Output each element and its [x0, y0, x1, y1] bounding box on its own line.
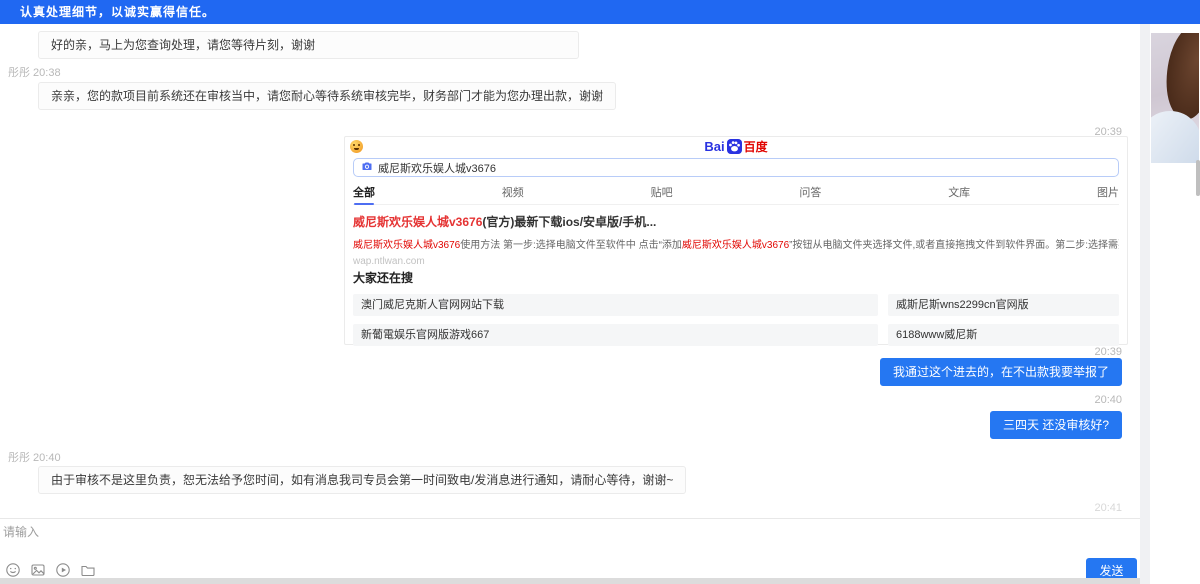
desc-text: 使用方法 第一步:选择电脑文件至软件中 点击“添加: [460, 240, 682, 251]
desc-highlight: 威尼斯欢乐娱人城v3676: [353, 240, 460, 251]
agent-message: 好的亲，马上为您查询处理，请您等待片刻，谢谢: [38, 31, 579, 59]
baidu-tabs: 全部 视频 贴吧 问答 文库 图片: [353, 184, 1119, 205]
timestamp: 20:39: [1094, 346, 1122, 358]
related-item: 新葡電娱乐官网版游戏667: [353, 324, 878, 346]
agent-photo[interactable]: [1151, 33, 1199, 163]
related-item: 威斯尼斯wns2299cn官网版: [888, 294, 1119, 316]
baidu-logo-bai-text: Bai: [704, 139, 724, 154]
message-input[interactable]: [0, 519, 760, 555]
tab-qa: 问答: [799, 184, 821, 205]
scrollbar-thumb[interactable]: [1196, 160, 1200, 196]
search-result: 威尼斯欢乐娱人城v3676(官方)最新下载ios/安卓版/手机... 威尼斯欢乐…: [353, 213, 1119, 267]
desc-text: ”按钮从电脑文件夹选择文件,或者直接拖拽文件到软件界面。第二步:选择需要转换..…: [789, 240, 1119, 251]
user-message: 我通过这个进去的，在不出款我要举报了: [880, 358, 1122, 386]
baidu-search-box: 威尼斯欢乐娱人城v3676: [353, 158, 1119, 177]
panel-divider: [1140, 24, 1150, 584]
baidu-screenshot-message[interactable]: Bai 百度: [344, 136, 1128, 345]
composer: 发送: [0, 518, 1140, 584]
camera-icon: [361, 159, 373, 177]
related-item: 6188www威尼斯: [888, 324, 1119, 346]
message-list: 好的亲，马上为您查询处理，请您等待片刻，谢谢 彤彤 20:38 亲亲，您的款项目…: [0, 24, 1140, 518]
composer-toolbar: [4, 561, 97, 579]
tab-image: 图片: [1097, 184, 1119, 205]
emoji-icon[interactable]: [4, 561, 22, 579]
photo-hair-shape: [1158, 33, 1199, 123]
desc-highlight: 威尼斯欢乐娱人城v3676: [682, 240, 789, 251]
timestamp: 20:40: [1094, 394, 1122, 406]
baidu-paw-icon: [727, 139, 742, 154]
chat-window: 认真处理细节，以诚实赢得信任。 好的亲，马上为您查询处理，请您等待片刻，谢谢 彤…: [0, 0, 1200, 584]
sender-timestamp: 彤彤 20:40: [8, 449, 61, 465]
agent-message: 亲亲，您的款项目前系统还在审核当中，请您耐心等待系统审核完毕，财务部门才能为您办…: [38, 82, 616, 110]
right-sidebar: [1150, 24, 1200, 584]
baidu-logo-du-text: 百度: [744, 138, 768, 155]
related-heading: 大家还在搜: [353, 269, 1119, 286]
related-item: 澳门威尼克斯人官网网站下载: [353, 294, 878, 316]
baidu-logo: Bai 百度: [345, 138, 1127, 155]
result-title-rest: (官方)最新下载ios/安卓版/手机...: [482, 215, 656, 229]
tab-video: 视频: [502, 184, 524, 205]
related-searches: 大家还在搜 澳门威尼克斯人官网网站下载 威斯尼斯wns2299cn官网版 新葡電…: [353, 269, 1119, 346]
result-title: 威尼斯欢乐娱人城v3676(官方)最新下载ios/安卓版/手机...: [353, 213, 1119, 230]
tab-tieba: 贴吧: [651, 184, 673, 205]
user-message: 三四天 还没审核好?: [990, 411, 1122, 439]
result-description: 威尼斯欢乐娱人城v3676使用方法 第一步:选择电脑文件至软件中 点击“添加威尼…: [353, 236, 1119, 251]
timestamp-partial: 20:41: [1094, 502, 1122, 514]
bottom-scroll-strip[interactable]: [0, 578, 1140, 584]
search-query: 威尼斯欢乐娱人城v3676: [378, 160, 496, 176]
sender-timestamp: 彤彤 20:38: [8, 64, 61, 80]
notice-banner: 认真处理细节，以诚实赢得信任。: [0, 0, 1200, 24]
image-icon[interactable]: [29, 561, 47, 579]
video-icon[interactable]: [54, 561, 72, 579]
tab-wenku: 文库: [948, 184, 970, 205]
result-url: wap.ntlwan.com: [353, 256, 1119, 267]
result-title-highlight: 威尼斯欢乐娱人城v3676: [353, 215, 482, 229]
folder-icon[interactable]: [79, 561, 97, 579]
tab-all: 全部: [353, 184, 375, 205]
agent-message: 由于审核不是这里负责，恕无法给予您时间，如有消息我司专员会第一时间致电/发消息进…: [38, 466, 686, 494]
